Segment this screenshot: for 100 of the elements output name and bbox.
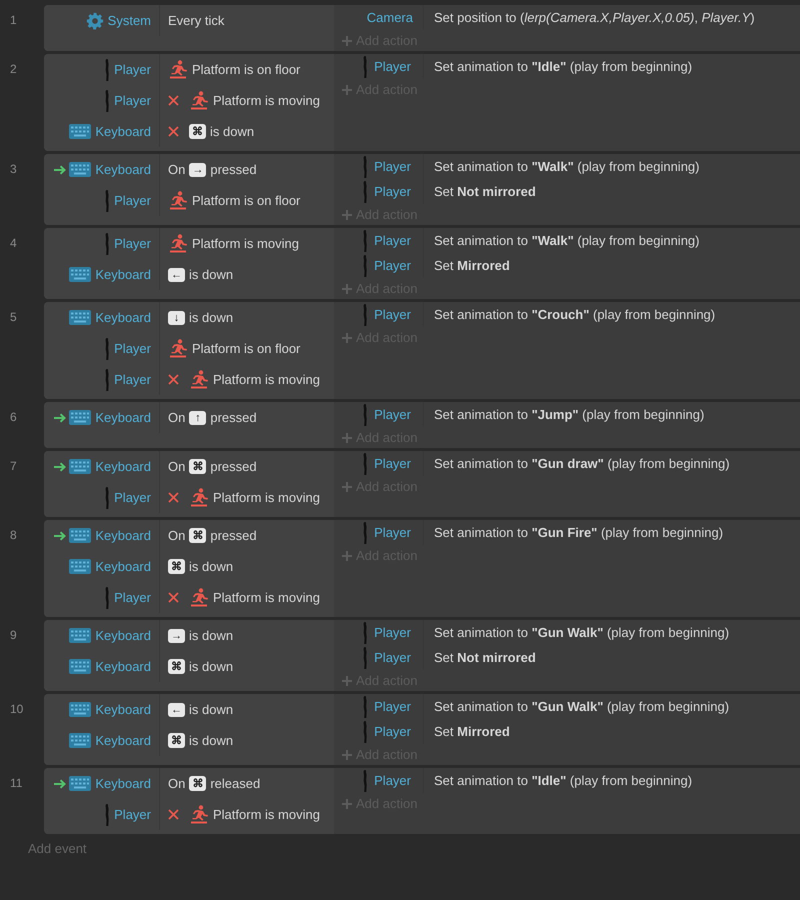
condition-text: Platform is on floor	[192, 62, 300, 77]
running-figure-icon	[189, 488, 209, 507]
condition-text: is down	[189, 733, 234, 748]
object-name[interactable]: Player	[374, 699, 411, 714]
key-badge: ⌘	[189, 459, 206, 474]
figure-icon	[362, 452, 368, 474]
key-badge: ←	[168, 268, 185, 282]
object-name[interactable]: Player	[374, 258, 411, 273]
object-name[interactable]: Player	[374, 724, 411, 739]
event-number: 10	[9, 701, 24, 718]
object-name[interactable]: Player	[114, 62, 151, 77]
key-badge: ←	[168, 702, 185, 716]
action-text: Set animation to "Crouch" (play from beginning)	[433, 307, 716, 322]
object-name[interactable]: Player	[374, 525, 411, 540]
condition-text: Platform is on floor	[192, 341, 300, 356]
key-badge: ⌘	[189, 776, 206, 791]
action-text: Set Mirrored	[433, 258, 510, 273]
object-name[interactable]: Player	[374, 307, 411, 322]
figure-icon	[362, 156, 368, 178]
object-name[interactable]: Keyboard	[95, 528, 151, 543]
keyboard-icon	[69, 162, 92, 177]
keyboard-icon	[69, 659, 92, 674]
object-name[interactable]: Player	[374, 233, 411, 248]
figure-icon	[104, 804, 110, 826]
action-text: Set Not mirrored	[433, 650, 536, 665]
action-text: Set Mirrored	[433, 724, 510, 739]
event-number: 5	[9, 309, 18, 326]
keyboard-icon	[69, 124, 92, 139]
figure-icon	[362, 720, 368, 742]
condition-text: On	[168, 528, 186, 543]
condition-text: Platform is moving	[192, 236, 299, 251]
figure-icon	[104, 586, 110, 608]
condition-text: Every tick	[168, 13, 224, 28]
object-name[interactable]: Player	[374, 650, 411, 665]
plus-icon	[342, 750, 352, 760]
condition-text: Platform is moving	[213, 93, 320, 108]
object-name[interactable]: Keyboard	[95, 162, 151, 177]
object-name[interactable]: Player	[374, 407, 411, 422]
keyboard-icon	[69, 528, 92, 543]
object-name[interactable]: Player	[374, 625, 411, 640]
figure-icon	[362, 404, 368, 426]
condition-text: is down	[189, 559, 234, 574]
object-name[interactable]: Player	[114, 490, 151, 505]
action-text: Set position to (lerp(Camera.X,Player.X,0.05), Player.Y)	[433, 10, 755, 25]
plus-icon	[342, 84, 352, 94]
object-name[interactable]: Keyboard	[95, 733, 151, 748]
condition-text: On	[168, 776, 186, 791]
object-name[interactable]: Keyboard	[95, 628, 151, 643]
running-figure-icon	[189, 805, 209, 824]
event-number: 9	[9, 627, 18, 644]
object-name[interactable]: Player	[374, 59, 411, 74]
object-name[interactable]: Keyboard	[95, 310, 151, 325]
object-name[interactable]: Player	[114, 807, 151, 822]
key-badge: →	[189, 162, 206, 176]
object-name[interactable]: Player	[374, 184, 411, 199]
object-name[interactable]: Player	[114, 590, 151, 605]
object-name[interactable]: Keyboard	[95, 559, 151, 574]
object-name[interactable]: Keyboard	[95, 776, 151, 791]
figure-icon	[104, 338, 110, 360]
plus-icon	[342, 676, 352, 686]
condition-text: Platform is moving	[213, 372, 320, 387]
object-name[interactable]: Keyboard	[95, 659, 151, 674]
condition-text: is down	[189, 659, 234, 674]
object-name[interactable]: Player	[374, 773, 411, 788]
object-name[interactable]: Player	[114, 236, 151, 251]
object-name[interactable]: Camera	[366, 10, 413, 25]
condition-text: On	[168, 410, 186, 425]
keyboard-icon	[69, 559, 92, 574]
object-name[interactable]: Player	[374, 456, 411, 471]
action-text: Set animation to "Gun draw" (play from beginning)	[433, 456, 730, 471]
figure-icon	[362, 522, 368, 544]
action-text: Set animation to "Idle" (play from beginning)	[433, 773, 692, 788]
figure-icon	[362, 56, 368, 78]
running-figure-icon	[189, 588, 209, 607]
object-name[interactable]: Keyboard	[95, 459, 151, 474]
keyboard-icon	[69, 733, 92, 748]
plus-icon	[342, 798, 352, 808]
plus-icon	[342, 210, 352, 220]
figure-icon	[362, 254, 368, 276]
figure-icon	[362, 180, 368, 202]
figure-icon	[104, 58, 110, 80]
object-name[interactable]: System	[108, 13, 151, 28]
key-badge: ↑	[189, 410, 206, 424]
object-name[interactable]: Keyboard	[95, 124, 151, 139]
event-number: 11	[9, 775, 24, 792]
object-name[interactable]: Keyboard	[95, 267, 151, 282]
object-name[interactable]: Player	[114, 372, 151, 387]
object-name[interactable]: Player	[114, 341, 151, 356]
object-name[interactable]: Player	[114, 193, 151, 208]
object-name[interactable]: Keyboard	[95, 410, 151, 425]
figure-icon	[362, 646, 368, 668]
action-text: Set animation to "Walk" (play from beginning)	[433, 159, 700, 174]
add-event-button[interactable]: Add event	[28, 841, 87, 856]
object-name[interactable]: Player	[114, 93, 151, 108]
keyboard-icon	[69, 310, 92, 325]
running-figure-icon	[189, 91, 209, 110]
object-name[interactable]: Keyboard	[95, 702, 151, 717]
figure-icon	[104, 190, 110, 212]
object-name[interactable]: Player	[374, 159, 411, 174]
event-number: 6	[9, 409, 18, 426]
